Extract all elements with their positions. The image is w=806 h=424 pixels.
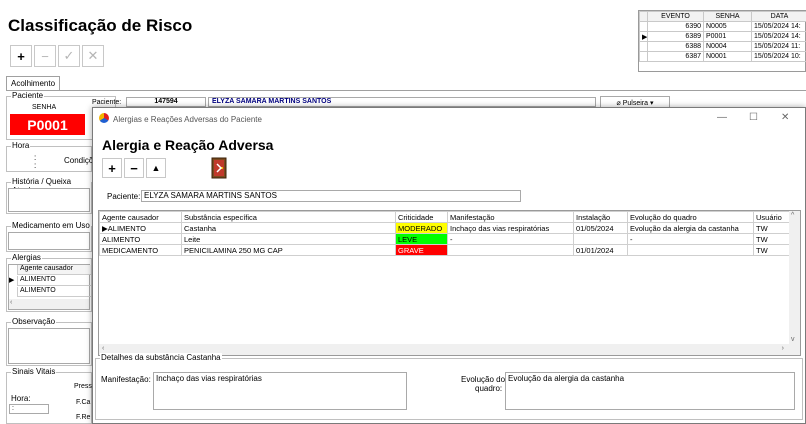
exit-door-button[interactable] [209, 156, 231, 180]
sinais-hora-label: Hora: [11, 394, 31, 403]
page-title: Classificação de Risco [8, 16, 193, 35]
minimize-icon[interactable]: — [717, 112, 727, 123]
add-allergy-button[interactable]: + [102, 158, 122, 178]
confirm-button[interactable]: ✓ [58, 45, 80, 67]
details-manifestacao-label: Manifestação: [101, 375, 151, 384]
details-evolucao-label-1: Evolução do [461, 375, 506, 384]
pressao-label: Press [74, 383, 92, 390]
chevron-down-icon: v [791, 336, 795, 343]
queue-grid[interactable]: EVENTO SENHA DATA 6390 N0005 15/05/2024 … [638, 10, 806, 72]
tab-divider [6, 90, 806, 91]
details-evolucao-label-2: quadro: [475, 384, 503, 393]
list-item[interactable]: ALIMENTO [17, 276, 91, 286]
remove-button[interactable]: − [34, 45, 56, 67]
queue-header-data[interactable]: DATA [751, 11, 806, 22]
observacao-field[interactable] [8, 328, 90, 364]
grid-vscroll[interactable]: ^ v [789, 211, 800, 355]
grid-header-instalacao[interactable]: Instalação [573, 211, 628, 223]
chevron-up-icon: ^ [791, 212, 795, 219]
dialog-paciente-field[interactable]: ELYZA SAMARA MARTINS SANTOS [141, 190, 521, 202]
alergias-grid[interactable]: Agente causador ▶ ALIMENTO ALIMENTO ‹ [8, 264, 91, 310]
row-pointer-icon: ▶ [639, 31, 648, 42]
chevron-left-icon: ‹ [102, 345, 105, 352]
queue-header-evento[interactable]: EVENTO [647, 11, 704, 22]
hora-value-2[interactable]: : [34, 161, 36, 170]
grid-header-usuario[interactable]: Usuário [753, 211, 792, 223]
remove-allergy-button[interactable]: − [124, 158, 144, 178]
grid-header-evolucao[interactable]: Evolução do quadro [627, 211, 754, 223]
historia-field[interactable] [8, 188, 90, 212]
grid-header-manifestacao[interactable]: Manifestação [447, 211, 574, 223]
cancel-button[interactable]: ✕ [82, 45, 104, 67]
table-row[interactable]: 6388 N0004 15/05/2024 11: [639, 41, 806, 52]
details-manifestacao-field[interactable]: Inchaço das vias respiratórias [153, 372, 407, 410]
table-row[interactable]: ALIMENTO Leite LEVE - - TW [99, 233, 792, 245]
dialog-titlebar[interactable]: Alergias e Reações Adversas do Paciente … [93, 108, 805, 130]
app-logo-icon [99, 113, 109, 123]
bracelet-icon: ⌀ [616, 100, 621, 107]
dialog-paciente-label: Paciente: [107, 192, 141, 201]
paciente-label: Paciente: [92, 99, 122, 106]
paciente-name-field[interactable]: ELYZA SAMARA MARTINS SANTOS [208, 97, 596, 107]
allergy-dialog: Alergias e Reações Adversas do Paciente … [92, 107, 806, 424]
sinais-hora-field[interactable]: : [9, 404, 49, 414]
grid-header-criticidade[interactable]: Criticidade [395, 211, 448, 223]
table-row[interactable]: 6390 N0005 15/05/2024 14: [639, 21, 806, 32]
exit-door-icon [211, 157, 227, 179]
chevron-down-icon: ▾ [650, 100, 654, 107]
paciente-id-field[interactable]: 147594 [126, 97, 206, 107]
condicoes-label: Condiçõ [64, 156, 94, 165]
tab-acolhimento[interactable]: Acolhimento [6, 76, 61, 91]
alergias-hscroll[interactable]: ‹ [9, 299, 89, 309]
medicamento-field[interactable] [8, 232, 90, 250]
chevron-right-icon: › [781, 345, 784, 352]
close-icon[interactable]: ✕ [781, 112, 789, 123]
grid-header-substancia[interactable]: Substância específica [181, 211, 396, 223]
dialog-title: Alergias e Reações Adversas do Paciente [113, 115, 262, 124]
add-button[interactable]: + [10, 45, 32, 67]
maximize-icon[interactable]: ☐ [749, 112, 758, 123]
senha-label: SENHA [32, 104, 57, 111]
fr-label: F.Re [76, 414, 91, 421]
details-evolucao-field[interactable]: Evolução da alergia da castanha [505, 372, 795, 410]
table-row[interactable]: ▶ALIMENTO Castanha MODERADO Inchaço das … [99, 222, 792, 234]
criticidade-badge: LEVE [395, 233, 448, 245]
alergias-header: Agente causador [17, 265, 91, 275]
move-up-button[interactable]: ▲ [146, 158, 166, 178]
triangle-up-icon: ▲ [151, 163, 161, 173]
fc-label: F.Ca [76, 399, 91, 406]
list-item[interactable]: ALIMENTO [17, 287, 91, 297]
allergy-grid[interactable]: Agente causador Substância específica Cr… [98, 210, 801, 356]
table-row[interactable]: 6387 N0001 15/05/2024 10: [639, 51, 806, 62]
queue-header-senha[interactable]: SENHA [703, 11, 752, 22]
criticidade-badge: GRAVE [395, 244, 448, 256]
table-row[interactable]: MEDICAMENTO PENICILAMINA 250 MG CAP GRAV… [99, 244, 792, 256]
criticidade-badge: MODERADO [395, 222, 448, 234]
dialog-heading: Alergia e Reação Adversa [102, 137, 274, 153]
table-row[interactable]: ▶ 6389 P0001 15/05/2024 14: [639, 31, 806, 42]
senha-value: P0001 [10, 114, 85, 135]
row-pointer-icon: ▶ [9, 277, 15, 284]
grid-header-agente[interactable]: Agente causador [99, 211, 182, 223]
